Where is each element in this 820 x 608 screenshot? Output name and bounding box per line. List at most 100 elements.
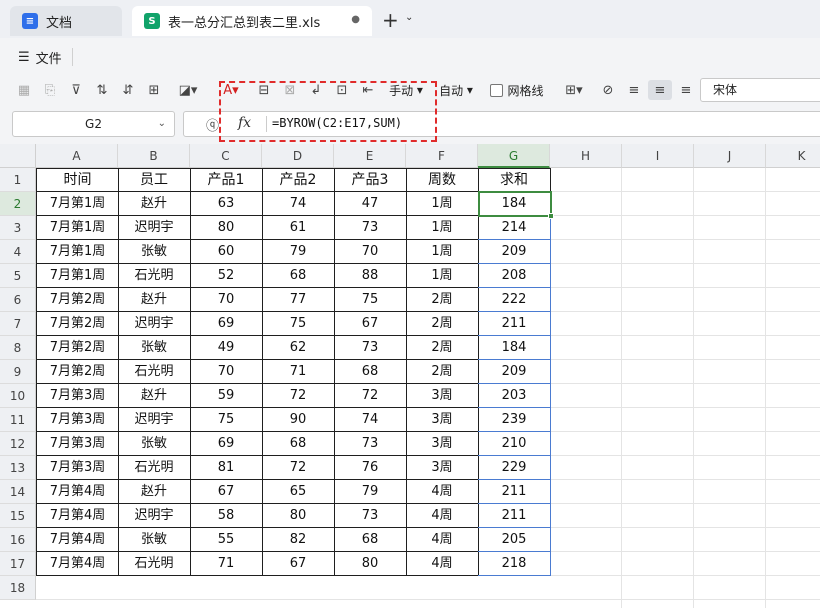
table-cell[interactable]: 67 — [262, 552, 335, 576]
cell-style-button[interactable]: ⊞▾ — [558, 80, 590, 100]
table-cell[interactable]: 211 — [478, 312, 551, 336]
table-cell[interactable]: 7月第2周 — [36, 312, 119, 336]
table-cell[interactable]: 7月第4周 — [36, 528, 119, 552]
table-cell[interactable]: 7月第4周 — [36, 504, 119, 528]
row-header-16[interactable]: 16 — [0, 528, 36, 552]
column-header-e[interactable]: E — [334, 144, 406, 168]
table-cell[interactable]: 79 — [334, 480, 407, 504]
row-header-12[interactable]: 12 — [0, 432, 36, 456]
table-cell[interactable]: 69 — [190, 312, 263, 336]
spreadsheet-grid[interactable]: A B C D E F G H I J K 1 2 3 4 5 6 7 8 9 10 11 12 13 14 15 16 17 18 时间… — [0, 144, 820, 608]
new-tab-button[interactable]: + — [382, 10, 399, 30]
table-cell[interactable]: 184 — [478, 336, 551, 360]
fill-handle[interactable] — [548, 213, 554, 219]
table-cell[interactable]: 184 — [478, 192, 551, 216]
table-cell[interactable]: 58 — [190, 504, 263, 528]
table-cell[interactable]: 73 — [334, 336, 407, 360]
table-cell[interactable]: 1周 — [406, 192, 479, 216]
table-cell[interactable]: 3周 — [406, 384, 479, 408]
table-cell[interactable]: 1周 — [406, 240, 479, 264]
paste-format-icon[interactable]: ⎘ — [40, 80, 60, 100]
table-cell[interactable]: 石光明 — [118, 552, 191, 576]
table-cell[interactable]: 80 — [262, 504, 335, 528]
table-cell[interactable]: 69 — [190, 432, 263, 456]
table-cell[interactable]: 4周 — [406, 480, 479, 504]
table-cell[interactable]: 张敏 — [118, 336, 191, 360]
table-cell[interactable]: 2周 — [406, 312, 479, 336]
table-cell[interactable]: 47 — [334, 192, 407, 216]
borders-icon[interactable]: ⊞ — [144, 80, 164, 100]
row-header-17[interactable]: 17 — [0, 552, 36, 576]
table-cell[interactable]: 72 — [262, 456, 335, 480]
table-cell[interactable]: 70 — [190, 288, 263, 312]
name-box[interactable]: G2 ⌄ — [12, 111, 175, 137]
table-cell[interactable]: 205 — [478, 528, 551, 552]
table-cell[interactable]: 7月第4周 — [36, 480, 119, 504]
table-cell[interactable]: 3周 — [406, 408, 479, 432]
table-cell[interactable]: 81 — [190, 456, 263, 480]
row-header-3[interactable]: 3 — [0, 216, 36, 240]
table-cell[interactable]: 迟明宇 — [118, 216, 191, 240]
table-cell[interactable]: 75 — [190, 408, 263, 432]
table-cell[interactable]: 7月第3周 — [36, 384, 119, 408]
table-cell[interactable]: 239 — [478, 408, 551, 432]
table-cell[interactable]: 石光明 — [118, 264, 191, 288]
table-cell[interactable]: 7月第2周 — [36, 288, 119, 312]
table-cell[interactable]: 迟明宇 — [118, 312, 191, 336]
font-name-input[interactable]: 宋体 — [700, 78, 820, 102]
table-cell[interactable]: 71 — [262, 360, 335, 384]
column-header-h[interactable]: H — [550, 144, 622, 168]
table-cell[interactable]: 88 — [334, 264, 407, 288]
zoom-formula-icon[interactable]: ⓠ — [206, 115, 219, 134]
select-all-corner[interactable] — [0, 144, 36, 168]
table-cell[interactable]: 1周 — [406, 216, 479, 240]
align-center-icon[interactable]: ≡ — [648, 80, 672, 100]
table-cell[interactable]: 赵升 — [118, 288, 191, 312]
table-cell[interactable]: 3周 — [406, 456, 479, 480]
table-cell[interactable]: 203 — [478, 384, 551, 408]
table-cell[interactable]: 赵升 — [118, 480, 191, 504]
tab-spreadsheet[interactable]: S 表一总分汇总到表二里.xls ● — [132, 6, 372, 36]
align-right-icon[interactable]: ≡ — [676, 80, 696, 100]
table-cell[interactable]: 49 — [190, 336, 263, 360]
row-header-13[interactable]: 13 — [0, 456, 36, 480]
table-cell[interactable]: 70 — [190, 360, 263, 384]
table-cell[interactable]: 90 — [262, 408, 335, 432]
column-header-d[interactable]: D — [262, 144, 334, 168]
table-cell[interactable]: 张敏 — [118, 432, 191, 456]
column-header-c[interactable]: C — [190, 144, 262, 168]
table-cell[interactable]: 石光明 — [118, 360, 191, 384]
table-cell[interactable]: 7月第4周 — [36, 552, 119, 576]
table-cell[interactable]: 67 — [190, 480, 263, 504]
table-cell[interactable]: 7月第1周 — [36, 192, 119, 216]
table-cell[interactable]: 82 — [262, 528, 335, 552]
table-cell[interactable]: 222 — [478, 288, 551, 312]
table-cell[interactable]: 76 — [334, 456, 407, 480]
column-header-g[interactable]: G — [478, 144, 550, 168]
column-header-j[interactable]: J — [694, 144, 766, 168]
table-cell[interactable]: 7月第1周 — [36, 216, 119, 240]
row-header-7[interactable]: 7 — [0, 312, 36, 336]
row-header-11[interactable]: 11 — [0, 408, 36, 432]
table-cell[interactable]: 229 — [478, 456, 551, 480]
table-cell[interactable]: 61 — [262, 216, 335, 240]
unsaved-dot-icon[interactable]: ● — [351, 14, 360, 25]
table-cell[interactable]: 218 — [478, 552, 551, 576]
table-cell[interactable]: 赵升 — [118, 192, 191, 216]
table-cell[interactable]: 68 — [334, 360, 407, 384]
clear-format-icon[interactable]: ⊘ — [598, 80, 618, 100]
table-cell[interactable]: 张敏 — [118, 240, 191, 264]
table-cell[interactable]: 73 — [334, 216, 407, 240]
table-cell[interactable]: 77 — [262, 288, 335, 312]
table-cell[interactable]: 68 — [262, 432, 335, 456]
header-cell-a[interactable]: 时间 — [36, 168, 119, 192]
gridlines-checkbox[interactable] — [490, 83, 504, 97]
header-cell-c[interactable]: 产品1 — [190, 168, 263, 192]
row-header-15[interactable]: 15 — [0, 504, 36, 528]
table-cell[interactable]: 74 — [262, 192, 335, 216]
column-header-a[interactable]: A — [36, 144, 118, 168]
fill-color-button[interactable]: ◪▾ — [172, 80, 204, 100]
column-header-k[interactable]: K — [766, 144, 820, 168]
table-cell[interactable]: 7月第3周 — [36, 432, 119, 456]
table-cell[interactable]: 71 — [190, 552, 263, 576]
